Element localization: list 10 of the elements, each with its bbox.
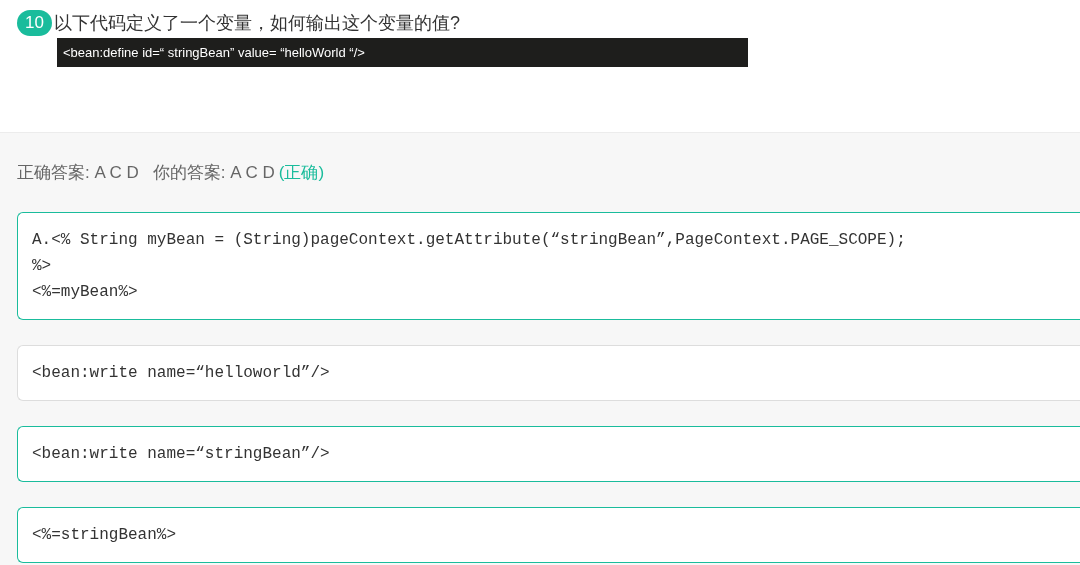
code-snippet: <bean:define id=“ stringBean” value= “helloWorld “/> xyxy=(57,38,748,67)
your-answer-label: 你的答案: A C D xyxy=(152,163,275,182)
answer-option[interactable]: <bean:write name=“stringBean”/> xyxy=(17,426,1080,482)
correct-answer-label: 正确答案: A C D xyxy=(17,163,139,182)
question-text: 以下代码定义了一个变量，如何输出这个变量的值? xyxy=(53,12,460,35)
verdict-label: (正确) xyxy=(278,163,325,182)
answer-option[interactable]: <%=stringBean%> xyxy=(17,507,1080,563)
answer-option[interactable]: A.<% String myBean = (String)pageContext.getAttribute(“stringBean”,PageContext.PAGE_SCOPE); %> <%=myBean%> xyxy=(17,212,1080,320)
question-number-badge: 10 xyxy=(17,10,52,36)
answer-option[interactable]: <bean:write name=“helloworld”/> xyxy=(17,345,1080,401)
